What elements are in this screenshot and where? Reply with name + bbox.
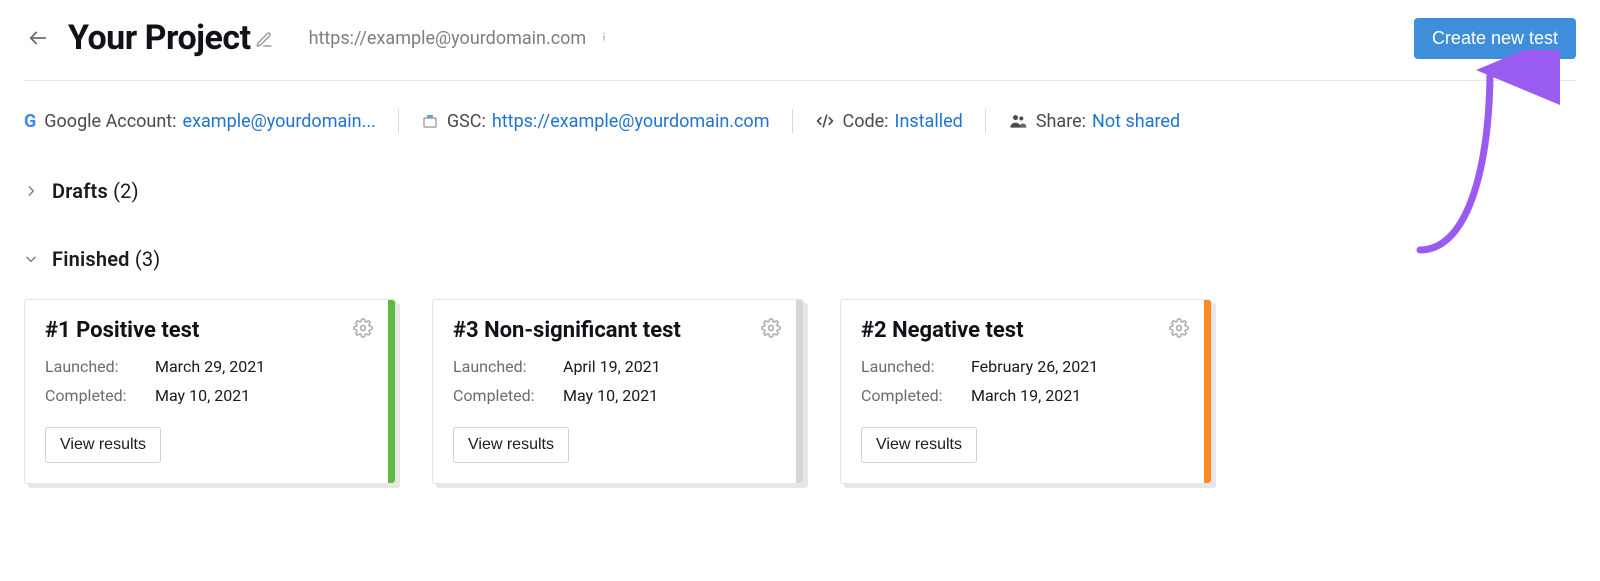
chevron-right-icon [24,184,44,198]
divider [792,109,793,133]
launched-value: April 19, 2021 [563,357,661,376]
view-results-button[interactable]: View results [861,427,977,463]
test-card-title: #1 Positive test [45,318,375,343]
meta-code-value[interactable]: Installed [895,111,963,132]
project-url: https://example@yourdomain.com [309,28,613,49]
edit-icon[interactable] [255,18,273,58]
section-finished-label: Finished [52,247,130,271]
gear-icon[interactable] [761,318,781,342]
section-drafts-count: (2) [113,179,139,203]
test-card: #3 Non-significant test Launched: April … [432,299,804,484]
finished-cards: #1 Positive test Launched: March 29, 202… [24,299,1576,484]
project-title-text: Your Project [68,18,251,58]
card-accent [1204,300,1211,483]
view-results-button[interactable]: View results [45,427,161,463]
meta-google-account[interactable]: G Google Account: example@yourdomain... [24,111,398,132]
completed-label: Completed: [453,386,563,405]
launched-value: March 29, 2021 [155,357,265,376]
section-drafts: Drafts (2) [24,179,1576,203]
test-card-launched: Launched: April 19, 2021 [453,357,783,376]
info-icon[interactable] [596,28,612,49]
page-title: Your Project [68,18,273,58]
completed-value: May 10, 2021 [155,386,250,405]
meta-google-account-label: Google Account: [44,111,176,132]
meta-google-account-value[interactable]: example@yourdomain... [183,111,376,132]
test-card-completed: Completed: May 10, 2021 [453,386,783,405]
launched-value: February 26, 2021 [971,357,1098,376]
meta-code[interactable]: Code: Installed [815,111,985,132]
section-drafts-toggle[interactable]: Drafts (2) [24,179,139,203]
test-card-title: #2 Negative test [861,318,1191,343]
launched-label: Launched: [45,357,155,376]
view-results-button[interactable]: View results [453,427,569,463]
create-new-test-button[interactable]: Create new test [1414,18,1576,59]
section-finished-count: (3) [135,247,161,271]
gear-icon[interactable] [1169,318,1189,342]
gear-icon[interactable] [353,318,373,342]
project-meta-bar: G Google Account: example@yourdomain... … [24,81,1576,143]
card-accent [796,300,803,483]
chevron-down-icon [24,252,44,266]
completed-label: Completed: [861,386,971,405]
meta-share-value[interactable]: Not shared [1092,111,1180,132]
section-finished: Finished (3) #1 Positive test Launched: … [24,247,1576,484]
completed-value: March 19, 2021 [971,386,1081,405]
divider [985,109,986,133]
launched-label: Launched: [453,357,563,376]
test-card-title: #3 Non-significant test [453,318,783,343]
project-url-text: https://example@yourdomain.com [309,28,587,49]
section-drafts-label: Drafts [52,179,108,203]
gsc-icon [421,112,439,130]
meta-share-label: Share: [1036,111,1086,132]
code-icon [815,111,835,131]
card-accent [388,300,395,483]
share-icon [1008,111,1028,131]
meta-code-label: Code: [843,111,889,132]
test-card: #1 Positive test Launched: March 29, 202… [24,299,396,484]
test-card: #2 Negative test Launched: February 26, … [840,299,1212,484]
meta-gsc[interactable]: GSC: https://example@yourdomain.com [421,111,792,132]
launched-label: Launched: [861,357,971,376]
test-card-launched: Launched: March 29, 2021 [45,357,375,376]
completed-value: May 10, 2021 [563,386,658,405]
meta-gsc-value[interactable]: https://example@yourdomain.com [492,111,770,132]
divider [398,109,399,133]
test-card-completed: Completed: March 19, 2021 [861,386,1191,405]
back-arrow-icon[interactable] [24,24,52,52]
test-card-launched: Launched: February 26, 2021 [861,357,1191,376]
section-finished-toggle[interactable]: Finished (3) [24,247,160,271]
completed-label: Completed: [45,386,155,405]
google-icon: G [24,111,36,132]
meta-share[interactable]: Share: Not shared [1008,111,1202,132]
test-card-completed: Completed: May 10, 2021 [45,386,375,405]
meta-gsc-label: GSC: [447,111,486,132]
